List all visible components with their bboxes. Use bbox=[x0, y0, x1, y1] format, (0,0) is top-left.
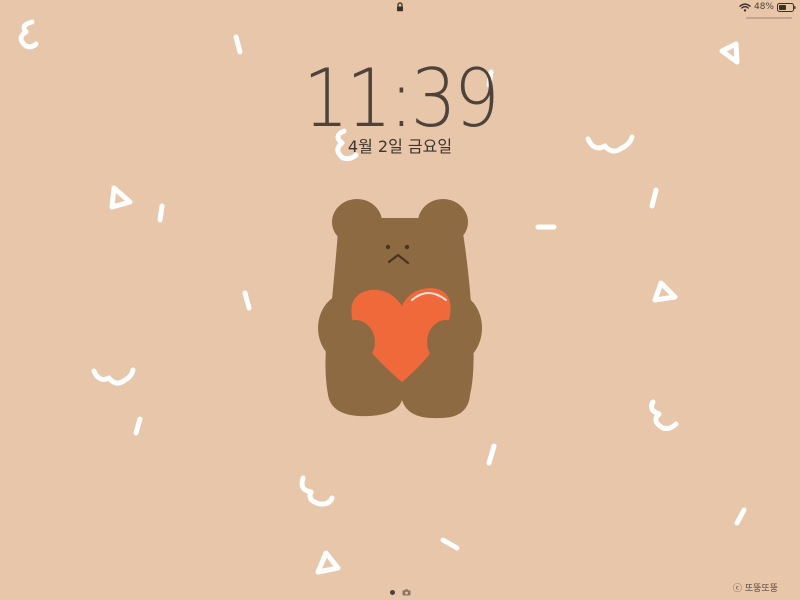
camera-icon[interactable] bbox=[402, 588, 411, 596]
doodle-dash bbox=[133, 416, 143, 436]
doodle-dash bbox=[157, 203, 165, 223]
status-bar: 48% bbox=[0, 0, 800, 19]
battery-percentage: 48% bbox=[753, 2, 774, 12]
doodle-dash bbox=[486, 443, 497, 466]
doodle-squiggle bbox=[649, 399, 679, 431]
wallpaper-watermark: ⓒ 또뚱또뚱 bbox=[733, 584, 778, 594]
doodle-squiggle bbox=[299, 475, 335, 507]
doodle-dash bbox=[242, 290, 252, 311]
doodle-dash bbox=[233, 34, 243, 55]
doodle-squiggle bbox=[91, 367, 136, 386]
doodle-squiggle bbox=[18, 19, 39, 50]
bear-illustration bbox=[318, 199, 482, 419]
page-indicator bbox=[0, 586, 800, 598]
doodle-triangle bbox=[652, 280, 678, 303]
bear-arm-right-front bbox=[427, 320, 465, 364]
bear-eye-right bbox=[404, 244, 410, 250]
wifi-icon bbox=[739, 2, 751, 12]
lock-screen-date: 4월 2일 금요일 bbox=[347, 137, 453, 156]
doodle-triangle bbox=[109, 185, 133, 210]
doodle-dash bbox=[649, 187, 659, 209]
doodle-dash bbox=[440, 537, 460, 551]
top-grabber[interactable] bbox=[746, 17, 792, 19]
lock-screen-time: 11:39 bbox=[302, 52, 500, 145]
lock-icon bbox=[397, 2, 403, 12]
doodle-dash bbox=[734, 507, 747, 526]
bear-eye-left bbox=[385, 244, 391, 250]
status-indicators: 48% bbox=[739, 1, 796, 13]
page-dot-icon[interactable] bbox=[389, 589, 395, 595]
bear-arm-left-front bbox=[335, 320, 375, 364]
battery-icon bbox=[777, 2, 796, 12]
doodle-triangle bbox=[315, 550, 341, 575]
